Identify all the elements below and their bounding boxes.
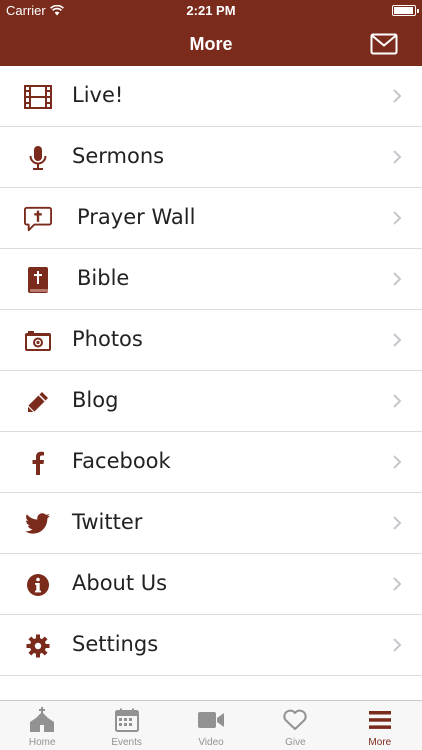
facebook-icon — [24, 449, 52, 477]
menu-item-label: Photos — [72, 327, 143, 351]
battery-icon — [392, 5, 419, 16]
menu-item-live[interactable]: Live! — [0, 66, 422, 127]
status-bar: Carrier 2:21 PM — [0, 0, 422, 22]
camera-icon — [24, 327, 52, 355]
menu-item-about-us[interactable]: About Us — [0, 554, 422, 615]
tab-video[interactable]: Video — [169, 701, 253, 750]
tab-events[interactable]: Events — [84, 701, 168, 750]
page-title: More — [189, 34, 233, 54]
calendar-icon — [113, 707, 141, 733]
tab-give[interactable]: Give — [253, 701, 337, 750]
tab-more[interactable]: More — [338, 701, 422, 750]
chevron-right-icon — [393, 394, 402, 408]
info-icon — [24, 571, 52, 599]
menu-item-label: About Us — [72, 571, 168, 595]
tab-label: Home — [28, 737, 56, 748]
film-icon — [24, 83, 52, 111]
menu-item-label: Sermons — [72, 144, 165, 168]
twitter-icon — [24, 510, 52, 538]
chevron-right-icon — [393, 89, 402, 103]
mail-icon[interactable] — [370, 33, 398, 55]
church-icon — [28, 707, 56, 733]
menu-item-label: Blog — [72, 388, 119, 412]
chevron-right-icon — [393, 516, 402, 530]
tab-label: Events — [111, 737, 142, 748]
bible-icon — [24, 266, 52, 294]
clock: 2:21 PM — [186, 3, 236, 18]
menu-item-settings[interactable]: Settings — [0, 615, 422, 676]
chevron-right-icon — [393, 577, 402, 591]
menu-item-label: Settings — [72, 632, 159, 656]
chevron-right-icon — [393, 150, 402, 164]
heart-icon — [281, 707, 309, 733]
pencil-icon — [24, 388, 52, 416]
menu-item-label: Twitter — [72, 510, 143, 534]
microphone-icon — [24, 144, 52, 172]
menu-item-facebook[interactable]: Facebook — [0, 432, 422, 493]
tab-label: Video — [198, 737, 224, 748]
hamburger-icon — [366, 707, 394, 733]
menu-item-label: Live! — [72, 83, 124, 107]
more-menu-list: Live! Sermons Prayer Wall Bible Photos B… — [0, 66, 422, 676]
menu-item-sermons[interactable]: Sermons — [0, 127, 422, 188]
chevron-right-icon — [393, 638, 402, 652]
gear-icon — [24, 632, 52, 660]
menu-item-label: Facebook — [72, 449, 171, 473]
chevron-right-icon — [393, 211, 402, 225]
menu-item-prayer-wall[interactable]: Prayer Wall — [0, 188, 422, 249]
tab-label: More — [368, 737, 392, 748]
menu-item-bible[interactable]: Bible — [0, 249, 422, 310]
menu-item-label: Bible — [77, 266, 130, 290]
menu-item-label: Prayer Wall — [77, 205, 196, 229]
menu-item-photos[interactable]: Photos — [0, 310, 422, 371]
chevron-right-icon — [393, 333, 402, 347]
chevron-right-icon — [393, 272, 402, 286]
tab-label: Give — [285, 737, 306, 748]
menu-item-blog[interactable]: Blog — [0, 371, 422, 432]
chevron-right-icon — [393, 455, 402, 469]
tab-home[interactable]: Home — [0, 701, 84, 750]
menu-item-twitter[interactable]: Twitter — [0, 493, 422, 554]
navigation-bar: More — [0, 22, 422, 66]
tab-bar: Home Events Video Give More — [0, 700, 422, 750]
prayer-bubble-icon — [24, 205, 52, 233]
video-camera-icon — [197, 707, 225, 733]
